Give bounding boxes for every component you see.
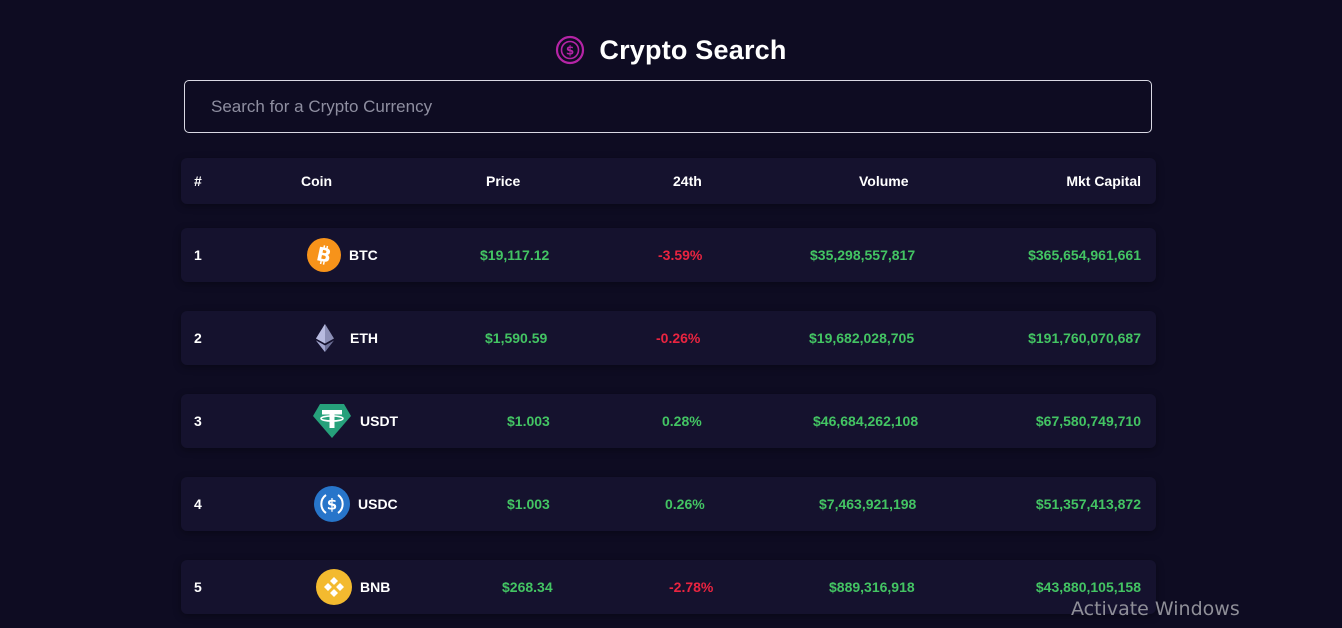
- coin-volume: $7,463,921,198: [819, 496, 917, 512]
- coin-change: 0.26%: [665, 496, 705, 512]
- activate-windows-watermark: Activate Windows: [1071, 598, 1240, 620]
- crypto-search-page: $ Crypto Search # Coin Price 24th Volume…: [0, 0, 1342, 628]
- coin-cell: B BTC: [307, 238, 378, 272]
- bitcoin-icon: B: [307, 238, 341, 272]
- coin-symbol: BTC: [349, 247, 378, 263]
- coin-mkt-cap: $67,580,749,710: [1035, 413, 1141, 429]
- header-coin[interactable]: Coin: [301, 173, 332, 189]
- coin-volume: $46,684,262,108: [813, 413, 919, 429]
- coin-price: $1,590.59: [485, 330, 548, 346]
- dollar-coin-icon: $: [556, 35, 585, 65]
- header-price[interactable]: Price: [486, 173, 520, 189]
- coin-volume: $19,682,028,705: [809, 330, 915, 346]
- ethereum-icon: [316, 324, 334, 352]
- coin-price: $1.003: [507, 413, 550, 429]
- coin-symbol: BNB: [360, 579, 391, 595]
- coin-cell: BNB: [316, 569, 390, 605]
- coin-symbol: ETH: [350, 330, 378, 346]
- app-header: $ Crypto Search: [0, 30, 1342, 70]
- coin-cell: ETH: [308, 321, 378, 355]
- coin-mkt-cap: $51,357,413,872: [1035, 496, 1141, 512]
- table-row[interactable]: 1 B BTC $19,117.12 -3.59% $35,298,557,81…: [181, 228, 1156, 282]
- coin-rank: 5: [194, 579, 202, 595]
- usd-coin-icon: $: [314, 486, 350, 522]
- coin-cell: USDT: [312, 402, 398, 440]
- coin-rank: 2: [194, 330, 202, 346]
- header-rank: #: [194, 173, 202, 189]
- table-header: # Coin Price 24th Volume Mkt Capital: [181, 158, 1156, 204]
- coin-symbol: USDT: [360, 413, 399, 429]
- header-volume[interactable]: Volume: [859, 173, 909, 189]
- coin-volume: $35,298,557,817: [810, 247, 916, 263]
- svg-text:$: $: [327, 496, 337, 514]
- table-row[interactable]: 5 BNB $268.34 -2.78% $889,316,918 $43,88…: [181, 560, 1156, 614]
- search-input[interactable]: [184, 80, 1152, 133]
- table-row[interactable]: 4 $ USDC $1.003 0.26% $7,463,921,198 $51…: [181, 477, 1156, 531]
- coin-rank: 1: [194, 247, 202, 263]
- binance-coin-icon: [316, 569, 352, 605]
- coin-change: -3.59%: [658, 247, 703, 263]
- table-row[interactable]: 3 USDT $1.003 0.28% $46,684,262,108 $67,…: [181, 394, 1156, 448]
- coin-mkt-cap: $43,880,105,158: [1035, 579, 1141, 595]
- coin-rank: 4: [194, 496, 202, 512]
- table-row[interactable]: 2 ETH $1,590.59 -0.26% $19,682,028,705 $…: [181, 311, 1156, 365]
- coin-change: -0.26%: [656, 330, 701, 346]
- coin-change: -2.78%: [669, 579, 714, 595]
- coin-mkt-cap: $365,654,961,661: [1028, 247, 1141, 263]
- svg-text:$: $: [566, 44, 574, 58]
- coin-volume: $889,316,918: [829, 579, 915, 595]
- coin-price: $268.34: [502, 579, 553, 595]
- coin-cell: $ USDC: [314, 486, 398, 522]
- coin-rank: 3: [194, 413, 202, 429]
- header-change[interactable]: 24th: [673, 173, 702, 189]
- header-mkt-cap[interactable]: Mkt Capital: [1066, 173, 1141, 189]
- coin-change: 0.28%: [662, 413, 702, 429]
- coin-symbol: USDC: [358, 496, 398, 512]
- coin-mkt-cap: $191,760,070,687: [1028, 330, 1141, 346]
- coin-price: $1.003: [507, 496, 550, 512]
- tether-icon: [313, 404, 351, 438]
- page-title: Crypto Search: [599, 34, 787, 65]
- coin-price: $19,117.12: [480, 247, 550, 263]
